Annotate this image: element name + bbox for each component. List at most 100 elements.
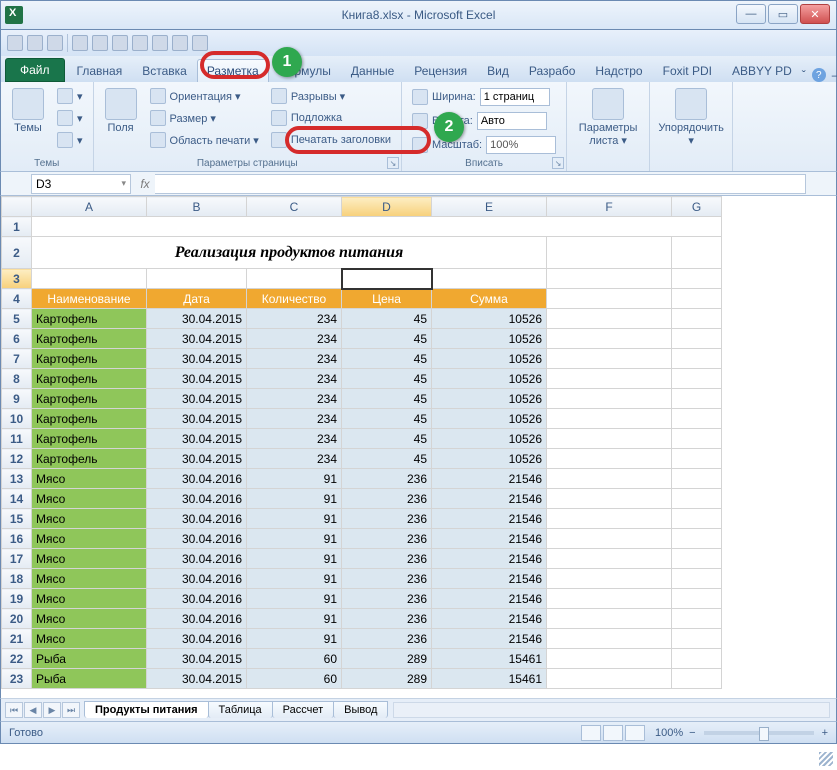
cell-price[interactable]: 289 [342,649,432,669]
table-row[interactable]: 5Картофель30.04.20152344510526 [2,309,722,329]
qat-item-icon[interactable] [112,35,128,51]
fx-icon[interactable]: fx [135,177,155,191]
table-row[interactable]: 16Мясо30.04.20169123621546 [2,529,722,549]
sheet-nav-next[interactable]: ▶ [43,702,61,718]
cell-sum[interactable]: 10526 [432,409,547,429]
theme-colors-button[interactable]: ▾ [53,86,87,106]
cell-price[interactable]: 45 [342,389,432,409]
col-header[interactable]: D [342,197,432,217]
help-icon[interactable]: ? [812,68,826,82]
size-button[interactable]: Размер ▾ [146,108,263,128]
cell-name[interactable]: Мясо [32,469,147,489]
cell-qty[interactable]: 91 [247,549,342,569]
print-area-button[interactable]: Область печати ▾ [146,130,263,150]
tab-developer[interactable]: Разрабо [519,59,586,82]
sheet-tab[interactable]: Вывод [333,701,388,718]
cell-date[interactable]: 30.04.2016 [147,489,247,509]
col-header[interactable]: C [247,197,342,217]
cell-qty[interactable]: 234 [247,369,342,389]
cell-price[interactable]: 45 [342,449,432,469]
table-header[interactable]: Количество [247,289,342,309]
row-3[interactable]: 3 [2,269,722,289]
qat-item-icon[interactable] [92,35,108,51]
cell-date[interactable]: 30.04.2016 [147,589,247,609]
cell-name[interactable]: Картофель [32,329,147,349]
table-row[interactable]: 14Мясо30.04.20169123621546 [2,489,722,509]
row-2[interactable]: 2Реализация продуктов питания [2,237,722,269]
table-row[interactable]: 9Картофель30.04.20152344510526 [2,389,722,409]
close-button[interactable]: ✕ [800,4,830,24]
formula-input[interactable] [155,174,806,194]
save-icon[interactable] [7,35,23,51]
cell-sum[interactable]: 21546 [432,529,547,549]
cell-price[interactable]: 289 [342,669,432,689]
row-header[interactable]: 1 [2,217,32,237]
zoom-in-button[interactable]: + [822,727,828,739]
cell-qty[interactable]: 91 [247,589,342,609]
cell-price[interactable]: 236 [342,529,432,549]
tab-abbyy[interactable]: ABBYY PD [722,59,802,82]
theme-effects-button[interactable]: ▾ [53,130,87,150]
cell-sum[interactable]: 21546 [432,549,547,569]
table-row[interactable]: 20Мясо30.04.20169123621546 [2,609,722,629]
cell-price[interactable]: 236 [342,609,432,629]
row-header[interactable]: 22 [2,649,32,669]
table-row[interactable]: 6Картофель30.04.20152344510526 [2,329,722,349]
themes-button[interactable]: Темы [7,86,49,136]
cell-date[interactable]: 30.04.2015 [147,329,247,349]
cell-qty[interactable]: 234 [247,409,342,429]
doc-min-icon[interactable]: — [832,68,837,82]
horizontal-scrollbar[interactable] [393,702,830,718]
row-header[interactable]: 12 [2,449,32,469]
cell-sum[interactable]: 15461 [432,649,547,669]
qat-item-icon[interactable] [72,35,88,51]
row-header[interactable]: 5 [2,309,32,329]
orientation-button[interactable]: Ориентация ▾ [146,86,263,106]
tab-page-layout[interactable]: Разметка [197,59,269,82]
redo-icon[interactable] [47,35,63,51]
cell-sum[interactable]: 21546 [432,629,547,649]
cell-qty[interactable]: 234 [247,309,342,329]
cell-date[interactable]: 30.04.2016 [147,569,247,589]
cell-name[interactable]: Картофель [32,449,147,469]
cell-price[interactable]: 45 [342,429,432,449]
cell-sum[interactable]: 10526 [432,369,547,389]
table-row[interactable]: 21Мясо30.04.20169123621546 [2,629,722,649]
cell-price[interactable]: 236 [342,509,432,529]
cell-date[interactable]: 30.04.2015 [147,649,247,669]
cell-date[interactable]: 30.04.2015 [147,369,247,389]
table-row[interactable]: 8Картофель30.04.20152344510526 [2,369,722,389]
row-header[interactable]: 14 [2,489,32,509]
tab-review[interactable]: Рецензия [404,59,477,82]
fit-width-input[interactable] [480,88,550,106]
tab-home[interactable]: Главная [67,59,133,82]
cell-name[interactable]: Мясо [32,629,147,649]
row-header[interactable]: 20 [2,609,32,629]
col-header[interactable]: B [147,197,247,217]
row-header[interactable]: 8 [2,369,32,389]
print-titles-button[interactable]: Печатать заголовки [267,130,395,150]
cell-qty[interactable]: 91 [247,489,342,509]
maximize-button[interactable]: ▭ [768,4,798,24]
cell-name[interactable]: Картофель [32,369,147,389]
cell-price[interactable]: 236 [342,489,432,509]
row-header[interactable]: 16 [2,529,32,549]
view-page-break-button[interactable] [625,725,645,741]
cell-date[interactable]: 30.04.2016 [147,509,247,529]
cell-sum[interactable]: 10526 [432,449,547,469]
minimize-button[interactable]: — [736,4,766,24]
cell-sum[interactable]: 21546 [432,569,547,589]
row-header[interactable]: 21 [2,629,32,649]
row-header[interactable]: 2 [2,237,32,269]
table-row[interactable]: 13Мясо30.04.20169123621546 [2,469,722,489]
cell-name[interactable]: Мясо [32,529,147,549]
row-header[interactable]: 17 [2,549,32,569]
cell-price[interactable]: 236 [342,629,432,649]
cell-date[interactable]: 30.04.2016 [147,609,247,629]
table-row[interactable]: 11Картофель30.04.20152344510526 [2,429,722,449]
row-header[interactable]: 15 [2,509,32,529]
cell-qty[interactable]: 91 [247,509,342,529]
cell-price[interactable]: 45 [342,309,432,329]
name-box-dropdown-icon[interactable]: ▾ [121,178,126,189]
col-header[interactable]: A [32,197,147,217]
